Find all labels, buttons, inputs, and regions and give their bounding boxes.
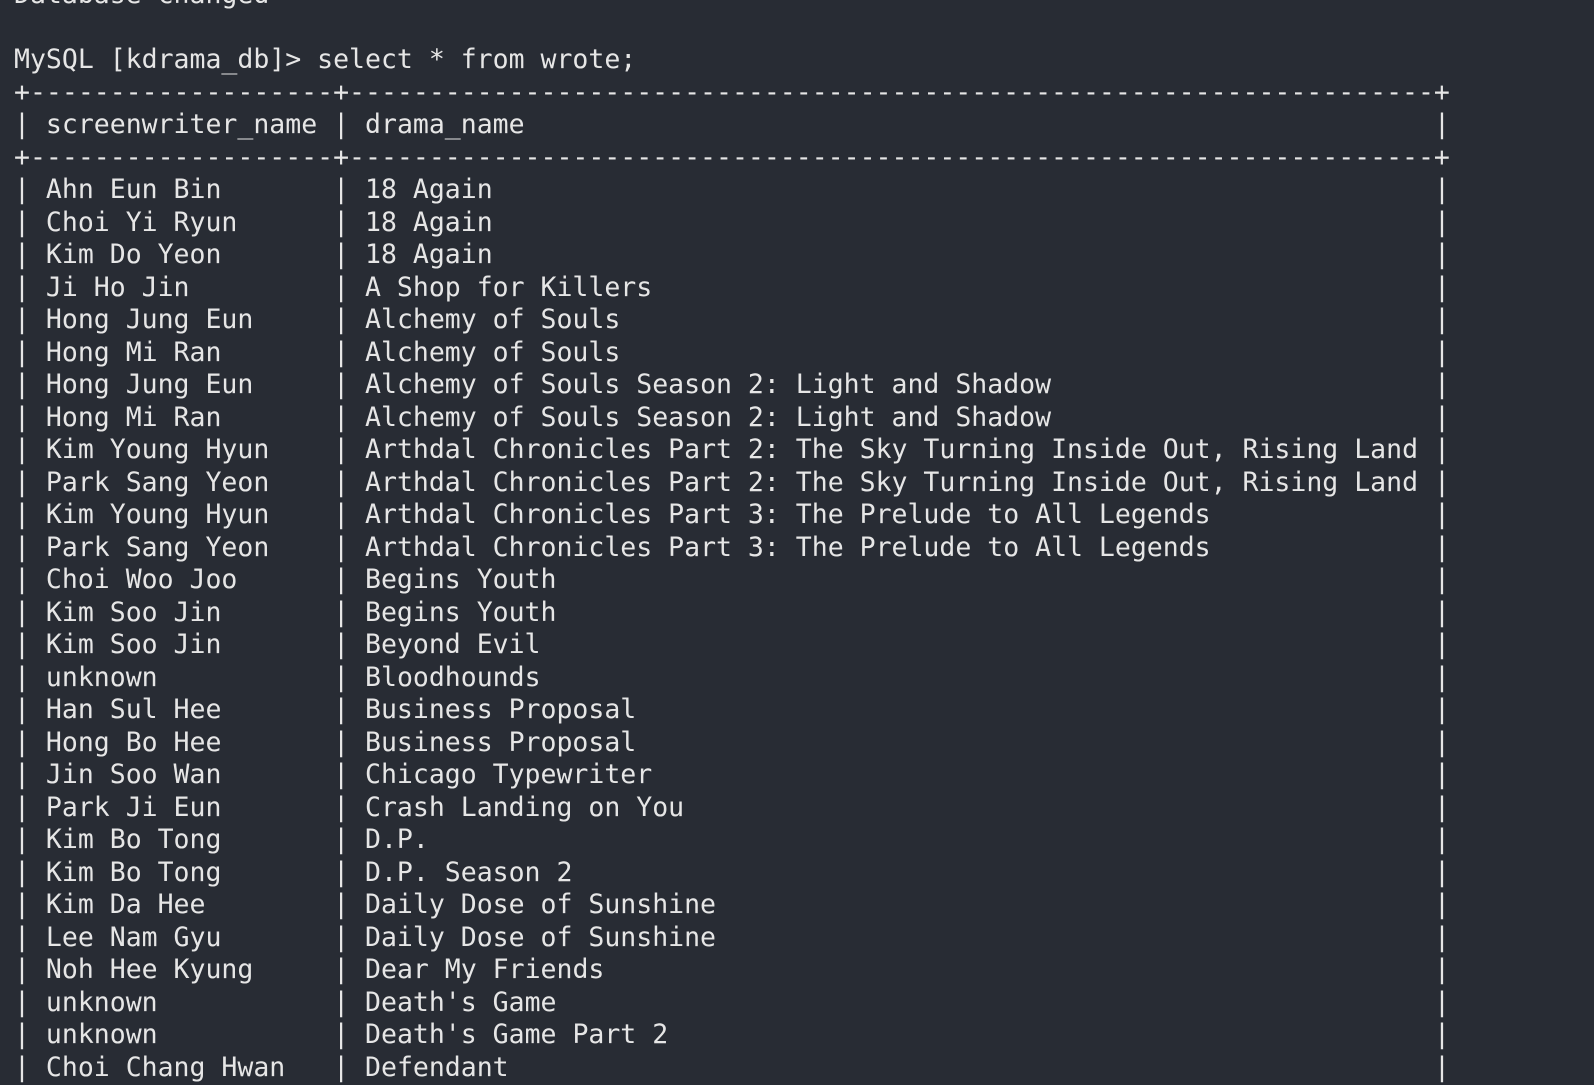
drama-name-cell: Arthdal Chronicles Part 3: The Prelude t… xyxy=(365,531,1211,563)
screenwriter-name-cell: Hong Mi Ran xyxy=(45,336,222,368)
screenwriter-name-cell: Jin Soo Wan xyxy=(45,759,222,790)
screenwriter-name-cell: Hong Bo Hee xyxy=(45,726,222,758)
drama-name-cell: Bloodhounds xyxy=(365,661,541,693)
screenwriter-name-cell: Park Ji Eun xyxy=(45,791,222,823)
drama-name-cell: Daily Dose of Sunshine xyxy=(365,921,717,953)
table-row: | Park Sang Yeon | Arthdal Chronicles Pa… xyxy=(14,466,1450,498)
screenwriter-name-cell: screenwriter_name xyxy=(45,109,318,140)
drama-name-cell: Death's Game xyxy=(365,986,557,1018)
terminal-window[interactable]: Database changed MySQL [kdrama_db]> sele… xyxy=(0,0,1594,1085)
table-row: | Kim Bo Tong | D.P. Season 2 | xyxy=(14,856,1450,888)
drama-name-cell: 18 Again xyxy=(365,239,493,270)
screenwriter-name-cell: Choi Yi Ryun xyxy=(45,206,238,238)
screenwriter-name-cell: Hong Jung Eun xyxy=(45,369,254,400)
table-header-row: | screenwriter_name | drama_name | xyxy=(14,109,1450,140)
screenwriter-name-cell: Kim Young Hyun xyxy=(45,434,270,465)
table-row: | Kim Young Hyun | Arthdal Chronicles Pa… xyxy=(14,499,1450,530)
screenwriter-name-cell: Han Sul Hee xyxy=(45,694,222,725)
table-row: | Hong Bo Hee | Business Proposal | xyxy=(14,726,1450,758)
drama-name-cell: Begins Youth xyxy=(365,596,557,628)
table-row: | Ahn Eun Bin | 18 Again | xyxy=(14,174,1450,205)
table-border-header: +-------------------+-------------------… xyxy=(14,141,1450,173)
screenwriter-name-cell: Hong Jung Eun xyxy=(45,304,254,335)
table-row: | Lee Nam Gyu | Daily Dose of Sunshine | xyxy=(14,921,1450,953)
table-row: | Noh Hee Kyung | Dear My Friends | xyxy=(14,954,1450,985)
screenwriter-name-cell: Kim Young Hyun xyxy=(45,499,270,530)
screenwriter-name-cell: Choi Chang Hwan xyxy=(45,1051,286,1083)
table-row: | Park Ji Eun | Crash Landing on You | xyxy=(14,791,1450,823)
table-row: | Ji Ho Jin | A Shop for Killers | xyxy=(14,271,1450,303)
screenwriter-name-cell: Lee Nam Gyu xyxy=(45,921,222,953)
screenwriter-name-cell: Kim Do Yeon xyxy=(45,239,222,270)
table-row: | Choi Yi Ryun | 18 Again | xyxy=(14,206,1450,238)
command-line[interactable]: MySQL [kdrama_db]> select * from wrote; xyxy=(14,44,1594,77)
drama-name-cell: Alchemy of Souls xyxy=(365,304,621,335)
table-row: | Han Sul Hee | Business Proposal | xyxy=(14,694,1450,725)
drama-name-cell: D.P. Season 2 xyxy=(365,856,573,888)
screenwriter-name-cell: Kim Da Hee xyxy=(45,889,206,920)
drama-name-cell: Crash Landing on You xyxy=(365,791,685,823)
table-row: | Kim Young Hyun | Arthdal Chronicles Pa… xyxy=(14,434,1450,465)
query-result-table: +-------------------+-------------------… xyxy=(14,77,1594,1085)
table-row: | Hong Jung Eun | Alchemy of Souls | xyxy=(14,304,1450,335)
drama-name-cell: A Shop for Killers xyxy=(365,271,653,303)
previous-output-line: Database changed xyxy=(14,0,1594,12)
drama-name-cell: 18 Again xyxy=(365,206,493,238)
drama-name-cell: Chicago Typewriter xyxy=(365,759,653,790)
screenwriter-name-cell: Kim Soo Jin xyxy=(45,629,222,660)
table-row: | Hong Jung Eun | Alchemy of Souls Seaso… xyxy=(14,369,1450,400)
drama-name-cell: 18 Again xyxy=(365,174,493,205)
drama-name-cell: Alchemy of Souls Season 2: Light and Sha… xyxy=(365,401,1052,433)
screenwriter-name-cell: Kim Bo Tong xyxy=(45,824,222,855)
table-row: | Hong Mi Ran | Alchemy of Souls | xyxy=(14,336,1450,368)
table-row: | unknown | Bloodhounds | xyxy=(14,661,1450,693)
screenwriter-name-cell: Choi Woo Joo xyxy=(45,564,238,595)
table-row: | Kim Soo Jin | Beyond Evil | xyxy=(14,629,1450,660)
screenwriter-name-cell: Kim Soo Jin xyxy=(45,596,222,628)
screenwriter-name-cell: Park Sang Yeon xyxy=(45,531,270,563)
sql-command: select * from wrote; xyxy=(317,44,637,75)
drama-name-cell: Dear My Friends xyxy=(365,954,605,985)
drama-name-cell: Business Proposal xyxy=(365,694,637,725)
screenwriter-name-cell: Hong Mi Ran xyxy=(45,401,222,433)
drama-name-cell: Arthdal Chronicles Part 2: The Sky Turni… xyxy=(365,434,1419,465)
table-row: | Park Sang Yeon | Arthdal Chronicles Pa… xyxy=(14,531,1450,563)
screenwriter-name-cell: unknown xyxy=(45,1019,158,1050)
table-row: | Kim Da Hee | Daily Dose of Sunshine | xyxy=(14,889,1450,920)
drama-name-cell: Alchemy of Souls xyxy=(365,336,621,368)
mysql-prompt: MySQL [kdrama_db]> xyxy=(14,44,318,75)
drama-name-cell: D.P. xyxy=(365,824,429,855)
drama-name-cell: Arthdal Chronicles Part 2: The Sky Turni… xyxy=(365,466,1419,498)
screenwriter-name-cell: Ahn Eun Bin xyxy=(45,174,222,205)
table-row: | Hong Mi Ran | Alchemy of Souls Season … xyxy=(14,401,1450,433)
table-row: | Kim Bo Tong | D.P. | xyxy=(14,824,1450,855)
drama-name-cell: Business Proposal xyxy=(365,726,637,758)
screenwriter-name-cell: Noh Hee Kyung xyxy=(45,954,254,985)
screenwriter-name-cell: Park Sang Yeon xyxy=(45,466,270,498)
drama-name-cell: drama_name xyxy=(365,109,525,140)
drama-name-cell: Arthdal Chronicles Part 3: The Prelude t… xyxy=(365,499,1211,530)
table-row: | Choi Chang Hwan | Defendant | xyxy=(14,1051,1450,1083)
table-row: | Kim Do Yeon | 18 Again | xyxy=(14,239,1450,270)
table-border-top: +-------------------+-------------------… xyxy=(14,76,1450,108)
screenwriter-name-cell: unknown xyxy=(45,661,158,693)
table-row: | unknown | Death's Game | xyxy=(14,986,1450,1018)
drama-name-cell: Death's Game Part 2 xyxy=(365,1019,669,1050)
screenwriter-name-cell: unknown xyxy=(45,986,158,1018)
table-row: | Choi Woo Joo | Begins Youth | xyxy=(14,564,1450,595)
screenwriter-name-cell: Kim Bo Tong xyxy=(45,856,222,888)
drama-name-cell: Begins Youth xyxy=(365,564,557,595)
drama-name-cell: Defendant xyxy=(365,1051,509,1083)
drama-name-cell: Alchemy of Souls Season 2: Light and Sha… xyxy=(365,369,1052,400)
table-row: | Jin Soo Wan | Chicago Typewriter | xyxy=(14,759,1450,790)
drama-name-cell: Daily Dose of Sunshine xyxy=(365,889,717,920)
table-row: | unknown | Death's Game Part 2 | xyxy=(14,1019,1450,1050)
drama-name-cell: Beyond Evil xyxy=(365,629,541,660)
table-row: | Kim Soo Jin | Begins Youth | xyxy=(14,596,1450,628)
screenwriter-name-cell: Ji Ho Jin xyxy=(45,271,190,303)
